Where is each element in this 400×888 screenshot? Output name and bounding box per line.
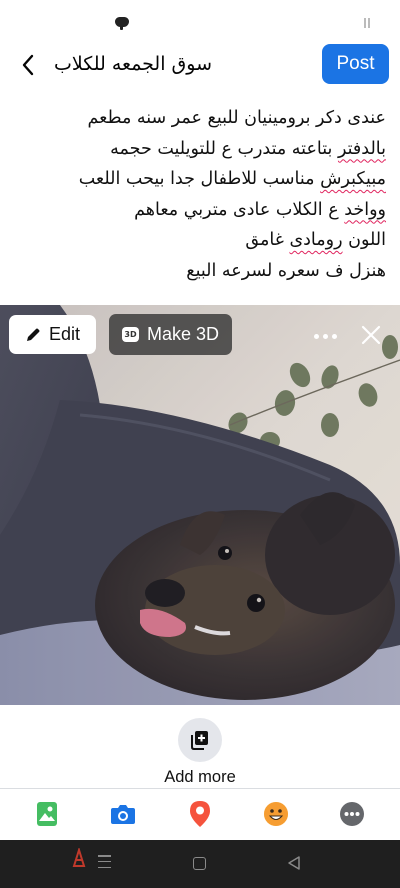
remove-photo-button[interactable]	[356, 320, 386, 350]
text-segment: عندى دكر برومينيان للبيع عمر سنه مطعم	[87, 108, 387, 128]
camera-icon	[111, 805, 135, 824]
camera-button[interactable]	[108, 799, 138, 829]
system-nav-bar	[0, 840, 400, 888]
misspelled-word[interactable]: رومادى	[289, 230, 342, 250]
post-text-input[interactable]: عندى دكر برومينيان للبيع عمر سنه مطعم با…	[6, 103, 386, 286]
location-button[interactable]	[185, 799, 215, 829]
ellipsis-icon	[313, 333, 319, 339]
text-line-1: عندى دكر برومينيان للبيع عمر سنه مطعم	[6, 103, 387, 134]
more-options-button[interactable]	[337, 799, 367, 829]
photo-video-button[interactable]	[32, 799, 62, 829]
add-media-icon	[191, 731, 208, 750]
make-3d-button[interactable]: 3D Make 3D	[109, 314, 232, 355]
composer-toolbar	[0, 788, 400, 840]
post-button[interactable]: Post	[322, 44, 389, 84]
add-more-button[interactable]	[178, 718, 222, 762]
text-line-6: هنزل ف سعره لسرعه البيع	[6, 256, 386, 287]
dog-photo-image	[0, 305, 400, 705]
status-bar	[0, 0, 400, 40]
attached-photo[interactable]	[0, 305, 400, 705]
misspelled-word[interactable]: مبيكبرش	[320, 169, 386, 189]
back-triangle-icon[interactable]	[287, 855, 301, 871]
misspelled-word[interactable]: وواخد	[344, 200, 386, 220]
location-pin-icon	[190, 801, 210, 827]
text-segment: اللون	[342, 230, 386, 250]
page-title: سوق الجمعه للكلاب	[54, 53, 213, 75]
add-more-label: Add more	[164, 768, 236, 786]
app-logo-icon	[72, 848, 86, 867]
edit-label: Edit	[48, 324, 81, 344]
back-button[interactable]	[12, 48, 44, 82]
text-segment: هنزل ف سعره لسرعه البيع	[186, 260, 386, 281]
close-icon	[361, 325, 381, 345]
misspelled-word[interactable]: بالدفتر	[338, 139, 386, 159]
add-more-section: Add more	[0, 716, 400, 788]
menu-icon[interactable]	[98, 855, 111, 868]
header: سوق الجمعه للكلاب Post	[0, 40, 400, 90]
chevron-left-icon	[22, 54, 34, 76]
text-segment: مناسب للاطفال جدا بيحب اللعب	[78, 169, 321, 189]
edit-photo-button[interactable]: Edit	[9, 315, 96, 354]
text-line-5: اللون رومادى غامق	[6, 225, 386, 256]
text-line-3: مبيكبرش مناسب للاطفال جدا بيحب اللعب	[6, 164, 386, 195]
home-icon[interactable]	[193, 857, 206, 870]
feeling-button[interactable]	[261, 799, 291, 829]
text-segment: بتاعته متدرب ع للتويليت حجمه	[110, 138, 338, 159]
status-indicator-icon	[364, 18, 370, 28]
3d-badge-icon: 3D	[121, 327, 139, 342]
smiley-icon	[264, 802, 288, 826]
notification-icon	[115, 17, 129, 30]
text-line-4: وواخد ع الكلاب عادى متربي معاهم	[6, 195, 386, 226]
more-icon	[340, 802, 364, 826]
photo-icon	[37, 802, 57, 826]
text-line-2: بالدفتر بتاعته متدرب ع للتويليت حجمه	[6, 134, 386, 165]
make-3d-label: Make 3D	[146, 324, 220, 344]
photo-more-button[interactable]	[309, 326, 341, 346]
text-segment: غامق	[245, 230, 290, 250]
pencil-icon	[26, 328, 40, 341]
text-segment: ع الكلاب عادى متربي معاهم	[134, 199, 345, 220]
